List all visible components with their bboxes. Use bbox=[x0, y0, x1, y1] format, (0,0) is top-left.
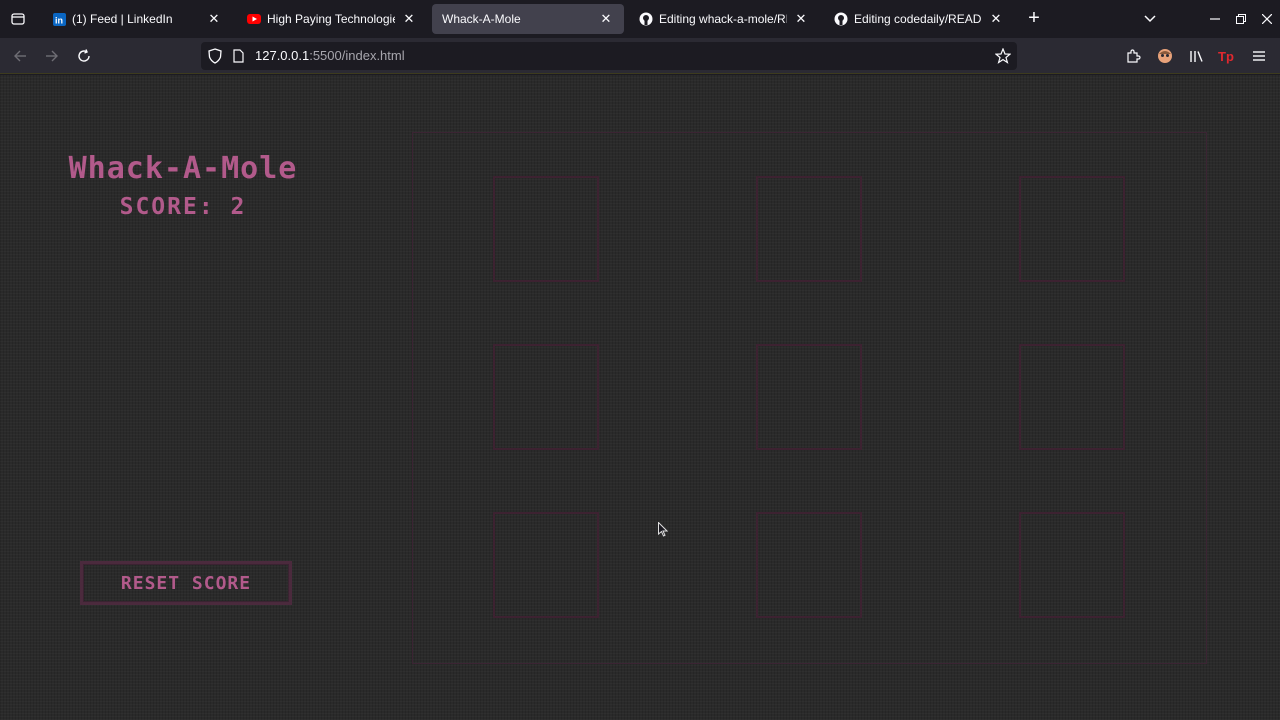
game-board bbox=[412, 132, 1207, 664]
mole-hole-9[interactable] bbox=[1019, 512, 1125, 618]
close-tab-icon[interactable]: ✕ bbox=[988, 11, 1004, 27]
close-tab-icon[interactable]: ✕ bbox=[793, 11, 809, 27]
tab-title: (1) Feed | LinkedIn bbox=[72, 12, 173, 26]
translate-extension-icon: Tp bbox=[1218, 49, 1234, 64]
reload-button[interactable] bbox=[74, 46, 94, 66]
avatar-icon bbox=[1158, 49, 1172, 63]
firefox-view-icon bbox=[11, 13, 25, 25]
close-tab-icon[interactable]: ✕ bbox=[206, 11, 222, 27]
tab-title: Editing whack-a-mole/RE bbox=[659, 12, 787, 26]
chevron-down-icon bbox=[1144, 15, 1156, 23]
library-icon bbox=[1190, 51, 1203, 62]
tab-linkedin[interactable]: in (1) Feed | LinkedIn ✕ bbox=[42, 4, 232, 34]
reload-icon bbox=[78, 49, 90, 62]
mole-hole-8[interactable] bbox=[756, 512, 862, 618]
linkedin-icon: in bbox=[52, 12, 66, 26]
tab-youtube[interactable]: High Paying Technologie ✕ bbox=[237, 4, 427, 34]
tab-title: High Paying Technologie bbox=[267, 12, 395, 26]
puzzle-icon bbox=[1127, 49, 1141, 63]
close-tab-icon[interactable]: ✕ bbox=[401, 11, 417, 27]
tab-whack-a-mole[interactable]: Whack-A-Mole ✕ bbox=[432, 4, 624, 34]
close-tab-icon[interactable]: ✕ bbox=[598, 11, 614, 27]
star-icon[interactable] bbox=[995, 48, 1011, 64]
menu-button[interactable] bbox=[1250, 47, 1268, 65]
mole-hole-4[interactable] bbox=[493, 344, 599, 450]
library-button[interactable] bbox=[1187, 47, 1205, 65]
new-tab-button[interactable]: + bbox=[1024, 8, 1044, 29]
address-bar[interactable]: 127.0.0.1:5500/index.html bbox=[201, 42, 1017, 70]
svg-text:in: in bbox=[55, 15, 63, 25]
svg-text:Tp: Tp bbox=[1218, 49, 1234, 64]
hamburger-menu-icon bbox=[1253, 51, 1265, 61]
tab-bar: in (1) Feed | LinkedIn ✕ High Paying Tec… bbox=[0, 0, 1280, 38]
github-icon bbox=[834, 12, 848, 26]
mole-hole-5[interactable] bbox=[756, 344, 862, 450]
mole-hole-6[interactable] bbox=[1019, 344, 1125, 450]
url-text[interactable]: 127.0.0.1:5500/index.html bbox=[255, 48, 405, 63]
back-button[interactable] bbox=[10, 46, 30, 66]
list-all-tabs-button[interactable] bbox=[1140, 9, 1160, 29]
mole-hole-7[interactable] bbox=[493, 512, 599, 618]
translate-extension-button[interactable]: Tp bbox=[1218, 47, 1236, 65]
minimize-button[interactable] bbox=[1206, 10, 1224, 28]
tab-title: Editing codedaily/READI bbox=[854, 12, 982, 26]
close-icon bbox=[1262, 14, 1272, 24]
url-host: 127.0.0.1 bbox=[255, 48, 310, 63]
tab-github-codedaily[interactable]: Editing codedaily/READI ✕ bbox=[824, 4, 1014, 34]
restore-icon bbox=[1236, 14, 1246, 24]
minimize-icon bbox=[1210, 18, 1220, 20]
mole-hole-1[interactable] bbox=[493, 176, 599, 282]
mouse-cursor-icon bbox=[658, 522, 668, 537]
github-icon bbox=[639, 12, 653, 26]
score-display: SCORE: 2 bbox=[119, 194, 247, 220]
tab-title: Whack-A-Mole bbox=[442, 12, 521, 26]
url-path: :5500/index.html bbox=[309, 48, 405, 63]
arrow-left-icon bbox=[14, 50, 26, 62]
close-window-button[interactable] bbox=[1258, 10, 1276, 28]
profile-extension-button[interactable] bbox=[1156, 47, 1174, 65]
restore-button[interactable] bbox=[1232, 10, 1250, 28]
youtube-icon bbox=[247, 12, 261, 26]
arrow-right-icon bbox=[46, 50, 58, 62]
shield-icon[interactable] bbox=[207, 48, 223, 64]
tab-github-whack[interactable]: Editing whack-a-mole/RE ✕ bbox=[629, 4, 819, 34]
navigation-toolbar: 127.0.0.1:5500/index.html Tp bbox=[0, 38, 1280, 74]
firefox-view-button[interactable] bbox=[6, 7, 30, 31]
mole-hole-3[interactable] bbox=[1019, 176, 1125, 282]
reset-score-button[interactable]: RESET SCORE bbox=[80, 561, 292, 605]
page-content: Whack-A-Mole SCORE: 2 RESET SCORE bbox=[0, 75, 1280, 720]
extensions-button[interactable] bbox=[1124, 47, 1142, 65]
page-icon bbox=[233, 49, 244, 63]
mole-hole-2[interactable] bbox=[756, 176, 862, 282]
forward-button[interactable] bbox=[42, 46, 62, 66]
game-title: Whack-A-Mole bbox=[68, 151, 298, 186]
